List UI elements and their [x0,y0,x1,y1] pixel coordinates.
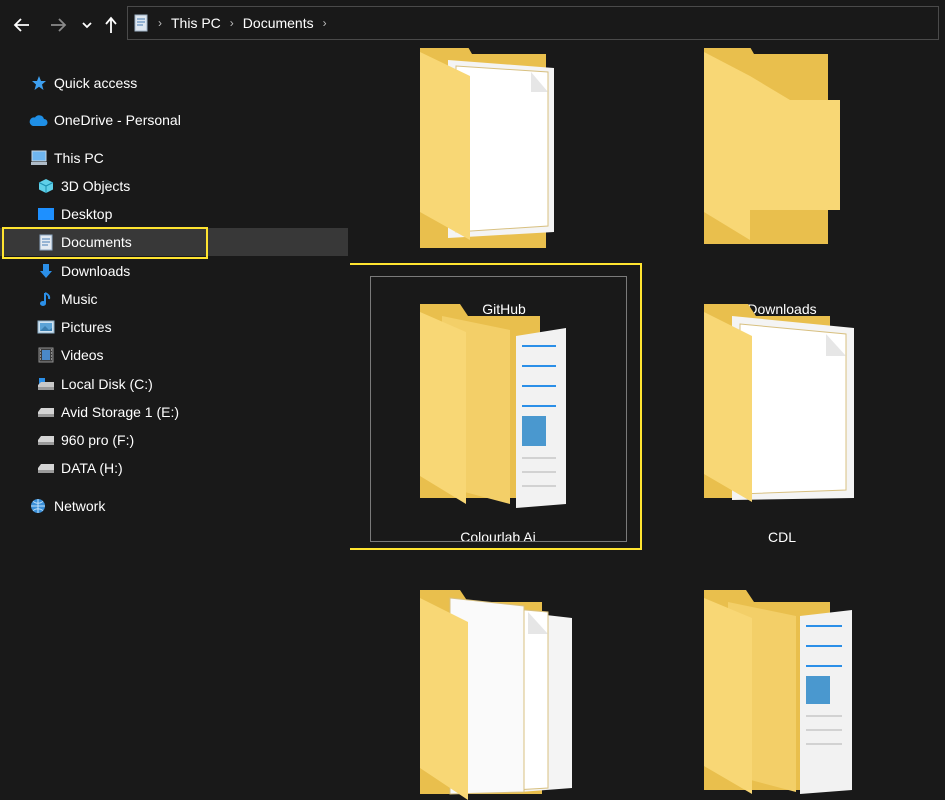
star-icon [30,74,48,92]
folder-label: Colourlab Ai [460,529,536,545]
sidebar-item-960-pro[interactable]: 960 pro (F:) [0,426,348,454]
sidebar-item-onedrive[interactable]: OneDrive - Personal [0,106,348,134]
sidebar-item-data[interactable]: DATA (H:) [0,454,348,482]
sidebar-item-avid-storage[interactable]: Avid Storage 1 (E:) [0,398,348,426]
sidebar-item-label: Network [54,498,106,514]
folder-multi-document-icon [420,590,572,800]
cloud-icon [28,111,48,129]
sidebar-item-label: 3D Objects [61,178,131,194]
navigation-pane: Quick access OneDrive - Personal This PC… [0,48,350,800]
breadcrumb-separator-icon: › [322,16,327,30]
folder-tile-downloads[interactable]: Downloads [654,48,910,317]
folder-tile-github[interactable]: GitHub [376,48,632,317]
drive-icon [37,403,55,421]
folder-tile-cdl[interactable]: CDL [654,276,910,554]
breadcrumb-separator-icon: › [158,16,162,30]
desktop-icon [37,205,55,223]
sidebar-item-label: Videos [61,347,104,363]
sidebar-item-label: Quick access [54,75,138,91]
document-folder-icon [134,14,148,32]
videos-icon [37,346,55,364]
breadcrumb-separator-icon: › [229,16,234,30]
downloads-icon [37,262,55,280]
folder-stacked-icon [704,590,852,794]
sidebar-item-label: Local Disk (C:) [61,376,153,392]
sidebar-item-documents[interactable]: Documents [0,228,348,256]
forward-arrow-icon[interactable] [46,12,70,38]
folder-label: CDL [767,529,796,545]
folder-document-icon [420,48,554,248]
sidebar-item-this-pc[interactable]: This PC [0,144,348,172]
sidebar-item-label: DATA (H:) [61,460,123,476]
sidebar-item-desktop[interactable]: Desktop [0,200,348,228]
drive-icon [37,459,55,477]
sidebar-item-label: OneDrive - Personal [54,112,181,128]
address-bar[interactable]: › This PC › Documents › [127,6,939,40]
sidebar-item-label: Music [61,291,98,307]
folder-stacked-icon [420,304,566,508]
sidebar-item-label: Avid Storage 1 (E:) [61,404,180,420]
sidebar-item-label: 960 pro (F:) [61,432,135,448]
sidebar-item-quick-access[interactable]: Quick access [0,69,348,97]
music-icon [37,290,55,308]
sidebar-item-music[interactable]: Music [0,285,348,313]
sidebar-item-label: Pictures [61,319,112,335]
local-disk-icon [37,375,55,393]
sidebar-item-downloads[interactable]: Downloads [0,257,348,285]
sidebar-item-local-disk[interactable]: Local Disk (C:) [0,370,348,398]
recent-chevron-icon[interactable] [78,12,96,38]
folder-tile-colourlab-ai[interactable]: Colourlab Ai [370,276,626,554]
sidebar-item-label: Desktop [61,206,113,222]
sidebar-item-3d-objects[interactable]: 3D Objects [0,172,348,200]
breadcrumb-documents[interactable]: Documents [243,15,314,31]
breadcrumb-this-pc[interactable]: This PC [171,15,221,31]
3d-objects-icon [37,177,55,195]
computer-icon [30,149,48,167]
documents-icon [37,233,55,251]
folder-tile-unnamed-1[interactable] [370,562,626,800]
drive-icon [37,431,55,449]
pictures-icon [37,318,55,336]
navigation-toolbar: › This PC › Documents › [0,0,945,48]
sidebar-item-pictures[interactable]: Pictures [0,313,348,341]
up-arrow-icon[interactable] [100,12,122,38]
folder-document-icon [704,304,854,502]
sidebar-item-videos[interactable]: Videos [0,341,348,369]
network-icon [28,497,48,515]
folder-content-area: GitHub Downloads Colourlab Ai CDL [350,48,945,800]
back-arrow-icon[interactable] [10,12,34,38]
folder-empty-icon [704,48,840,244]
sidebar-item-label: Downloads [61,263,131,279]
sidebar-item-label: Documents [61,234,132,250]
folder-tile-unnamed-2[interactable] [654,562,910,800]
sidebar-item-network[interactable]: Network [0,492,348,520]
sidebar-item-label: This PC [54,150,104,166]
